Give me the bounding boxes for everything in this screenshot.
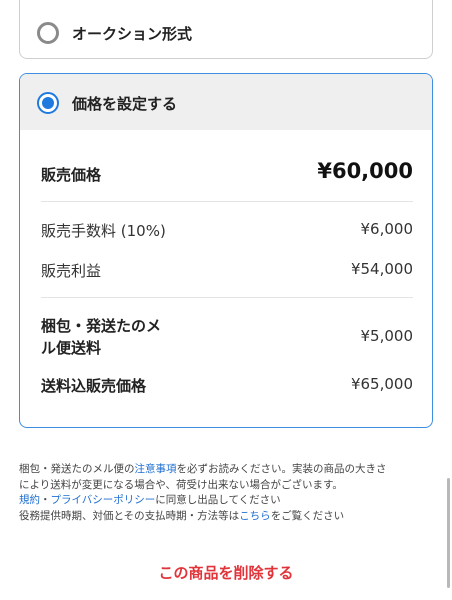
notes-text: 梱包・発送たのメル便の [19, 463, 135, 475]
fee-label: 販売手数料 (10%) [41, 222, 166, 240]
shipping-label: 梱包・発送たのメ ル便送料 [41, 315, 161, 359]
shipping-value: ¥5,000 [360, 327, 414, 345]
scrollbar[interactable] [447, 478, 450, 588]
total-value: ¥65,000 [350, 375, 413, 393]
listing-price-screen: オークション形式 価格を設定する 販売価格 ¥60,000 販売手数料 (10%… [0, 0, 452, 600]
auction-option-card[interactable]: オークション形式 [19, 0, 433, 59]
fixed-price-option-header[interactable]: 価格を設定する [20, 74, 432, 130]
notes-line4: 役務提供時期、対価とその支払時期・方法等はこちらをご覧ください [19, 509, 433, 525]
listing-notes: 梱包・発送たのメル便の注意事項を必ずお読みください。実装の商品の大きさ により送… [19, 462, 433, 524]
sale-price-row[interactable]: 販売価格 ¥60,000 [41, 159, 413, 188]
fee-row: 販売手数料 (10%) ¥6,000 [41, 220, 413, 240]
total-label: 送料込販売価格 [41, 377, 147, 395]
radio-unselected-icon[interactable] [37, 22, 59, 44]
fixed-price-option-label: 価格を設定する [72, 95, 178, 113]
shipping-label-line2: ル便送料 [41, 339, 102, 357]
profit-label: 販売利益 [41, 262, 102, 280]
notes-text: に同意し出品してください [155, 494, 281, 506]
profit-row: 販売利益 ¥54,000 [41, 260, 413, 280]
sale-price-value[interactable]: ¥60,000 [317, 159, 413, 183]
shipping-label-line1: 梱包・発送たのメ [41, 317, 162, 335]
fixed-price-option-card: 価格を設定する 販売価格 ¥60,000 販売手数料 (10%) ¥6,000 … [19, 73, 433, 428]
shipping-row: 梱包・発送たのメ ル便送料 ¥5,000 [41, 315, 413, 359]
notes-line3: 規約・プライバシーポリシーに同意し出品してください [19, 493, 433, 509]
sale-price-label: 販売価格 [41, 166, 102, 184]
notes-text: 役務提供時期、対価とその支払時期・方法等は [19, 509, 240, 522]
caution-link[interactable]: 注意事項 [135, 463, 177, 475]
fee-value: ¥6,000 [360, 220, 414, 238]
auction-option-label: オークション形式 [72, 25, 193, 43]
divider [41, 297, 413, 298]
terms-link[interactable]: 規約 [19, 494, 40, 506]
details-here-link[interactable]: こちら [239, 510, 271, 522]
profit-value: ¥54,000 [350, 260, 413, 278]
notes-separator: ・ [40, 494, 51, 506]
notes-text: をご覧ください [270, 509, 345, 522]
radio-selected-icon[interactable] [37, 92, 59, 114]
privacy-policy-link[interactable]: プライバシーポリシー [51, 494, 156, 506]
total-row: 送料込販売価格 ¥65,000 [41, 375, 413, 395]
divider [41, 201, 413, 202]
notes-line2: により送料が変更になる場合や、荷受け出来ない場合がございます。 [19, 478, 343, 491]
delete-item-button[interactable]: この商品を削除する [0, 562, 452, 583]
notes-line1: 梱包・発送たのメル便の注意事項を必ずお読みください。実装の商品の大きさ [19, 462, 433, 478]
notes-text: を必ずお読みください。実装の商品の大きさ [176, 463, 387, 475]
